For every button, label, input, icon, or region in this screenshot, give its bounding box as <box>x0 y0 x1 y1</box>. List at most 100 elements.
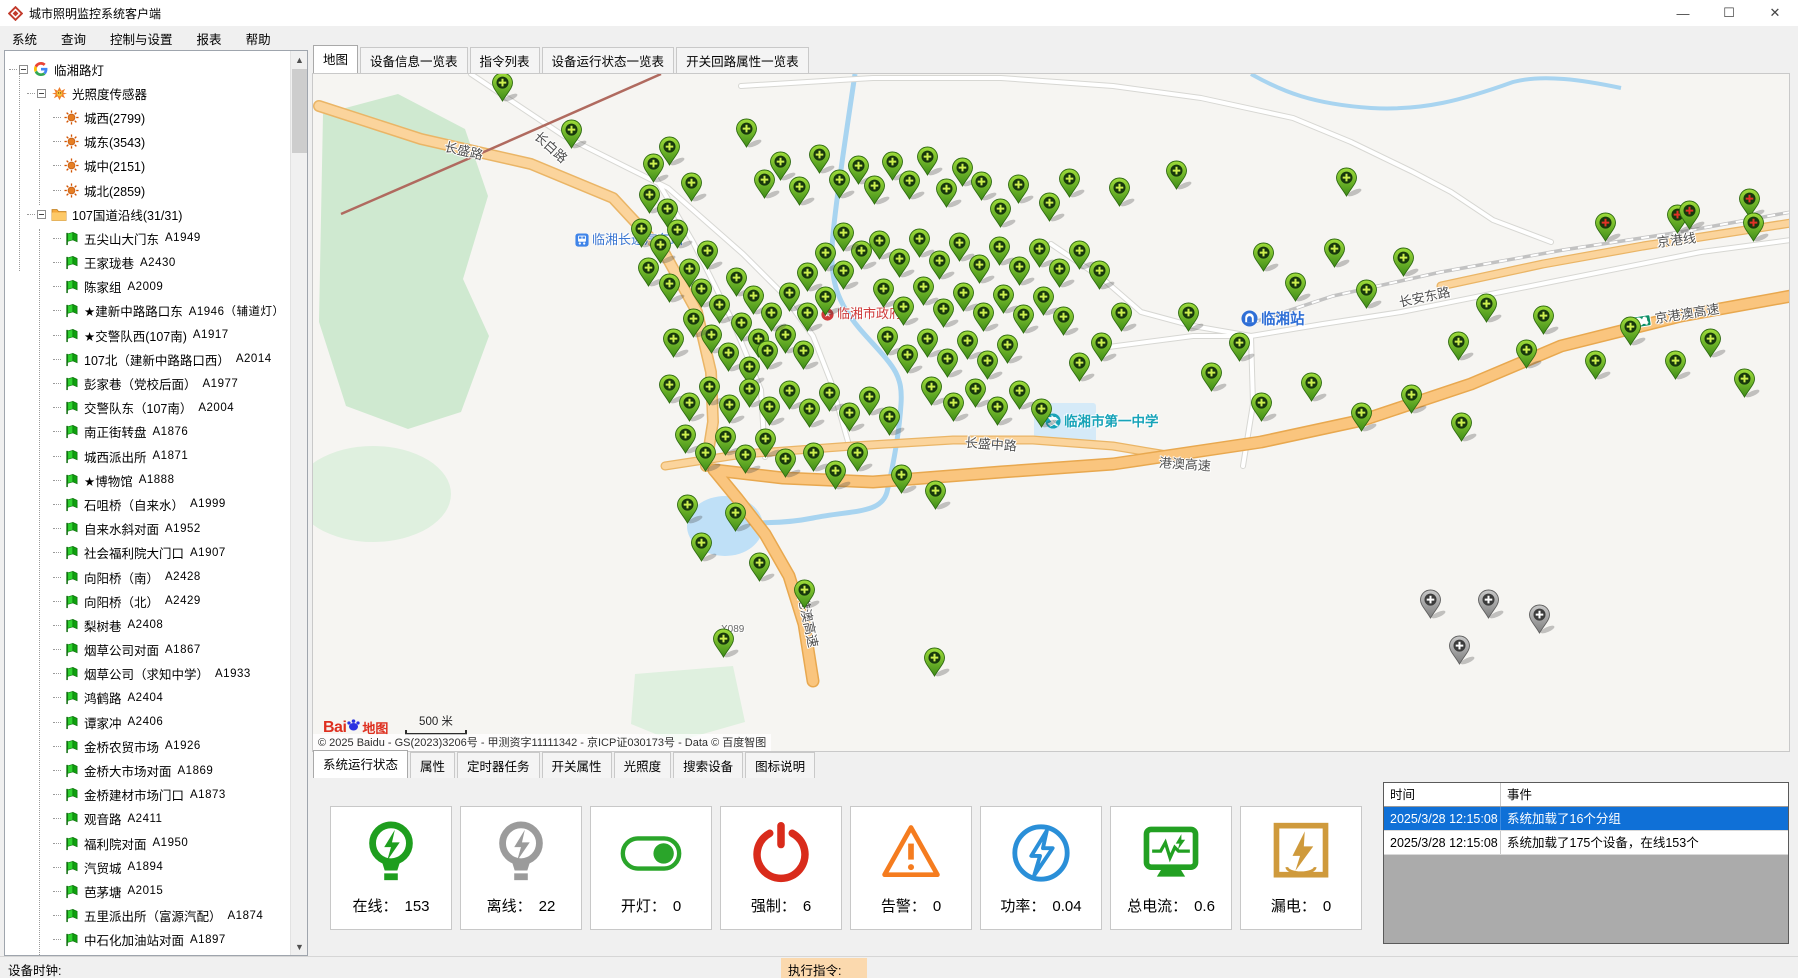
tree-item-device-5[interactable]: 107北（建新中路路口西）A2014 <box>5 347 291 371</box>
tree-item-root[interactable]: 临湘路灯 <box>5 57 291 81</box>
event-log[interactable]: 时间 事件 2025/3/28 12:15:08系统加载了16个分组2025/3… <box>1383 782 1789 944</box>
map-pin-online-94[interactable] <box>1090 332 1122 364</box>
tree-item-device-28[interactable]: 五里派出所（富源汽配）A1874 <box>5 904 291 928</box>
tab-bottom-4[interactable]: 光照度 <box>614 752 672 778</box>
map-pin-online-147[interactable] <box>1450 412 1482 444</box>
tab-map-0[interactable]: 地图 <box>313 45 358 73</box>
map-pin-online-121[interactable] <box>712 628 744 660</box>
map-pin-online-144[interactable] <box>1300 372 1332 404</box>
map-pin-offline-0[interactable] <box>1419 589 1451 621</box>
map-pin-online-95[interactable] <box>1110 302 1142 334</box>
tree-item-device-29[interactable]: 中石化加油站对面A1897 <box>5 928 291 952</box>
status-card-bulb-on[interactable]: 在线：153 <box>330 806 452 930</box>
tree-item-device-12[interactable]: 自来水斜对面A1952 <box>5 517 291 541</box>
map-pin-online-127[interactable] <box>1252 242 1284 274</box>
map-pin-online-115[interactable] <box>724 502 756 534</box>
menu-item-0[interactable]: 系统 <box>0 26 49 51</box>
tab-map-4[interactable]: 开关回路属性一览表 <box>676 47 809 73</box>
tree-expander[interactable] <box>19 65 28 74</box>
map-pin-online-134[interactable] <box>1515 339 1547 371</box>
map-pin-online-34[interactable] <box>696 240 728 272</box>
map-pin-online-114[interactable] <box>676 494 708 526</box>
tree-item-device-25[interactable]: 福利院对面A1950 <box>5 831 291 855</box>
tree-item-device-7[interactable]: 交警队东（107南）A2004 <box>5 396 291 420</box>
minimize-button[interactable]: — <box>1660 0 1706 26</box>
maximize-button[interactable]: ☐ <box>1706 0 1752 26</box>
map-pin-online-43[interactable] <box>662 328 694 360</box>
tree-item-device-16[interactable]: 梨树巷A2408 <box>5 613 291 637</box>
tab-bottom-0[interactable]: 系统运行状态 <box>313 750 408 778</box>
map-pin-online-92[interactable] <box>1030 398 1062 430</box>
tree-item-device-3[interactable]: ★建新中路路口东A1946（辅道灯） <box>5 299 291 323</box>
tree-item-device-6[interactable]: 彭家巷（党校后面）A1977 <box>5 371 291 395</box>
event-row-1[interactable]: 2025/3/28 12:15:08系统加载了175个设备，在线153个 <box>1384 831 1788 855</box>
tree-item-device-24[interactable]: 观音路A2411 <box>5 807 291 831</box>
tab-bottom-1[interactable]: 属性 <box>410 752 455 778</box>
status-card-leakage[interactable]: 漏电：0 <box>1240 806 1362 930</box>
map-pin-forced-4[interactable] <box>1742 212 1774 244</box>
tree-item-device-22[interactable]: 金桥大市场对面A1869 <box>5 758 291 782</box>
map-pin-online-57[interactable] <box>832 222 864 254</box>
map-pin-online-142[interactable] <box>1200 362 1232 394</box>
map-pin-online-136[interactable] <box>1584 350 1616 382</box>
menu-item-1[interactable]: 查询 <box>49 26 98 51</box>
tree-item-sensor-2[interactable]: 城中(2151) <box>5 154 291 178</box>
status-card-power[interactable]: 强制：6 <box>720 806 842 930</box>
tree-item-sensor-0[interactable]: 城西(2799) <box>5 105 291 129</box>
map-pin-online-26[interactable] <box>1165 160 1197 192</box>
map-pin-online-141[interactable] <box>1228 332 1260 364</box>
tree-item-device-15[interactable]: 向阳桥（北）A2429 <box>5 589 291 613</box>
tab-map-2[interactable]: 指令列表 <box>470 47 540 73</box>
map-pin-offline-1[interactable] <box>1477 589 1509 621</box>
map-pin-online-131[interactable] <box>1392 247 1424 279</box>
tree-scrollbar[interactable]: ▲ ▼ <box>290 51 307 955</box>
scroll-down-arrow[interactable]: ▼ <box>291 938 308 955</box>
map-pin-online-27[interactable] <box>1335 167 1367 199</box>
map-pin-online-122[interactable] <box>793 579 825 611</box>
tree-item-device-21[interactable]: 金桥农贸市场A1926 <box>5 734 291 758</box>
tree-expander[interactable] <box>37 89 46 98</box>
tree-item-device-0[interactable]: 五尖山大门东A1949 <box>5 226 291 250</box>
map-pin-online-139[interactable] <box>1699 328 1731 360</box>
tree-item-device-2[interactable]: 陈家组A2009 <box>5 275 291 299</box>
map-pin-online-128[interactable] <box>1284 272 1316 304</box>
tab-bottom-6[interactable]: 图标说明 <box>745 752 815 778</box>
tab-bottom-5[interactable]: 搜索设备 <box>673 752 743 778</box>
scroll-thumb[interactable] <box>292 69 307 153</box>
tree-item-device-11[interactable]: 石咀桥（自来水）A1999 <box>5 492 291 516</box>
map-pin-online-135[interactable] <box>1532 305 1564 337</box>
map-pin-online-125[interactable] <box>690 532 722 564</box>
map-pin-online-118[interactable] <box>846 442 878 474</box>
map-pin-online-133[interactable] <box>1475 293 1507 325</box>
map-pin-online-145[interactable] <box>1350 402 1382 434</box>
map-pin-online-69[interactable] <box>1088 260 1120 292</box>
tree-item-device-20[interactable]: 谭家冲A2406 <box>5 710 291 734</box>
map-pin-online-140[interactable] <box>1733 368 1765 400</box>
tree-item-device-14[interactable]: 向阳桥（南）A2428 <box>5 565 291 589</box>
tree-item-sensor-3[interactable]: 城北(2859) <box>5 178 291 202</box>
menu-item-3[interactable]: 报表 <box>185 26 234 51</box>
status-card-bulb-off[interactable]: 离线：22 <box>460 806 582 930</box>
tree-expander[interactable] <box>37 210 46 219</box>
map-pin-online-107[interactable] <box>878 406 910 438</box>
map-pin-offline-3[interactable] <box>1448 635 1480 667</box>
menu-item-2[interactable]: 控制与设置 <box>98 26 185 51</box>
status-card-power-rate[interactable]: 功率：0.04 <box>980 806 1102 930</box>
tab-map-3[interactable]: 设备运行状态一览表 <box>542 47 675 73</box>
map-pin-online-24[interactable] <box>1058 168 1090 200</box>
tree-item-device-partial[interactable] <box>5 952 291 955</box>
map-pin-forced-2[interactable] <box>1678 200 1710 232</box>
map-pin-online-4[interactable] <box>658 136 690 168</box>
tree-item-sensor-group[interactable]: 光照度传感器 <box>5 81 291 105</box>
map-pin-online-129[interactable] <box>1323 238 1355 270</box>
map-pin-online-119[interactable] <box>890 464 922 496</box>
tab-bottom-2[interactable]: 定时器任务 <box>457 752 540 778</box>
map-pin-online-143[interactable] <box>1250 392 1282 424</box>
map-pin-online-132[interactable] <box>1447 331 1479 363</box>
tree-item-sensor-1[interactable]: 城东(3543) <box>5 130 291 154</box>
map-pin-online-48[interactable] <box>792 340 824 372</box>
map-pin-online-137[interactable] <box>1619 316 1651 348</box>
tree-item-device-23[interactable]: 金桥建材市场门口A1873 <box>5 783 291 807</box>
map-pin-online-79[interactable] <box>1052 306 1084 338</box>
map-pin-online-22[interactable] <box>1007 174 1039 206</box>
